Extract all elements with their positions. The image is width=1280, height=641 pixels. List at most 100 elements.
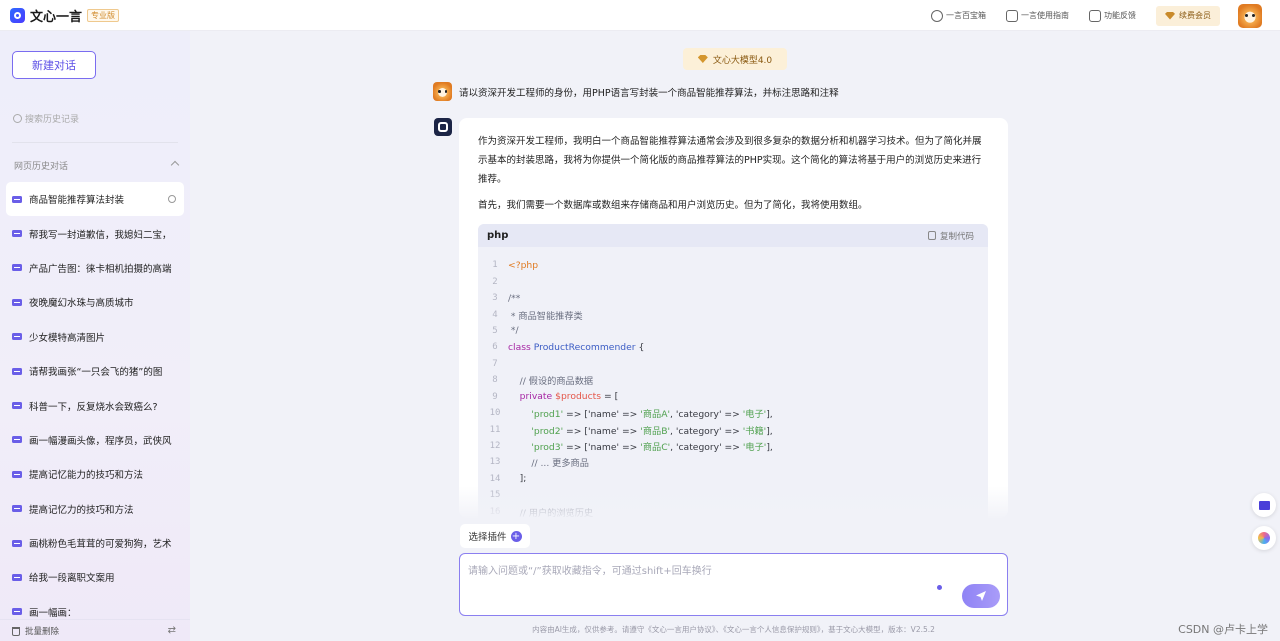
code-token: => ['name' => [563, 409, 641, 421]
code-line: 6 class ProductRecommender { [478, 339, 988, 355]
history-item[interactable]: 请帮我画张“一只会飞的猪”的图 [6, 354, 184, 388]
history-list: 商品智能推荐算法封装帮我写一封道歉信，我媳妇二宝， 产品广告图：徕卡相机拍摄的高端… [6, 182, 184, 629]
history-item-label: 画一幅画： [29, 607, 77, 619]
history-item[interactable]: 提高记忆力的技巧和方法 [6, 492, 184, 526]
logo-icon [10, 7, 25, 23]
code-block: php 复制代码 1 <?php 2 3/** 4 * 商品智能推荐类 5 */6 clas… [478, 224, 988, 518]
sidebar-footer: 批量删除 ⇄ [0, 619, 190, 641]
vip-button[interactable]: 续费会员 [1156, 5, 1220, 26]
toolbox-link[interactable]: 一言百宝箱 [931, 9, 986, 22]
code-token: => ['name' => [563, 425, 641, 437]
user-message: 请以资深开发工程师的身份，用PHP语言写封装一个商品智能推荐算法，并标注思路和注… [433, 82, 839, 101]
code-token: */ [508, 325, 519, 337]
history-item-label: 帮我写一封道歉信，我媳妇二宝， [29, 229, 172, 241]
plus-icon: + [510, 530, 522, 542]
code-token: // 假设的商品数据 [508, 376, 594, 388]
floating-guide-button[interactable] [1252, 493, 1276, 517]
top-actions: 一言百宝箱 一言使用指南 功能反馈 续费会员 [931, 0, 1280, 31]
user-avatar[interactable] [1238, 3, 1262, 28]
code-token: { [635, 341, 645, 353]
plugin-select-button[interactable]: 选择插件 + [460, 524, 530, 548]
brain-icon [1258, 532, 1270, 544]
code-line: 7 [478, 356, 988, 372]
history-item-label: 少女模特高清图片 [29, 332, 106, 344]
code-header: php 复制代码 [478, 224, 988, 247]
feedback-link[interactable]: 功能反馈 [1089, 9, 1136, 22]
code-token: , 'category' => [670, 409, 743, 421]
chat-bubble-icon [12, 333, 22, 341]
vip-label: 续费会员 [1179, 11, 1211, 20]
code-text: * 商品智能推荐类 [508, 308, 583, 322]
line-number: 10 [489, 408, 501, 419]
line-number: 9 [492, 391, 498, 402]
history-item[interactable]: 画桃粉色毛茸茸的可爱狗狗，艺术 [6, 526, 184, 560]
code-token: * 商品智能推荐类 [508, 310, 583, 322]
send-button[interactable] [962, 584, 1000, 608]
code-token: /** [508, 292, 521, 304]
guide-link[interactable]: 一言使用指南 [1006, 9, 1069, 22]
code-line: 1 <?php [478, 257, 988, 273]
history-item[interactable]: 帮我写一封道歉信，我媳妇二宝， [6, 216, 184, 250]
code-token: ], [766, 442, 773, 454]
chat-bubble-icon [12, 470, 22, 478]
trash-icon [12, 626, 20, 636]
history-item-label: 给我一段离职文案用 [29, 573, 115, 585]
history-item[interactable]: 产品广告图：徕卡相机拍摄的高端 [6, 251, 184, 285]
app-logo[interactable]: 文心一言 专业版 [10, 6, 120, 25]
code-token: => ['name' => [563, 442, 641, 454]
code-token: $products [555, 391, 602, 403]
history-item[interactable]: 提高记忆能力的技巧和方法 [6, 457, 184, 491]
code-text: // 假设的商品数据 [508, 373, 593, 387]
history-item[interactable]: 给我一段离职文案用 [6, 560, 184, 594]
floating-assistant-button[interactable] [1252, 526, 1276, 550]
code-line: 5 */ [478, 323, 988, 339]
chevron-up-icon [170, 160, 180, 170]
chat-bubble-icon [12, 539, 22, 547]
code-line: 13 // ... 更多商品 [478, 454, 988, 470]
guide-label: 一言使用指南 [1021, 11, 1069, 20]
copy-code-button[interactable]: 复制代码 [927, 230, 974, 242]
search-icon [13, 114, 22, 123]
copy-icon [927, 231, 936, 240]
line-number: 3 [492, 293, 498, 304]
code-line: 14 ]; [478, 471, 988, 487]
history-item[interactable]: 科普一下，反复烧水会致癌么? [6, 388, 184, 422]
history-item[interactable]: 画一幅漫画头像，程序员，武侠风 [6, 423, 184, 457]
bulk-delete-label: 批量删除 [25, 626, 60, 637]
history-item[interactable]: 少女模特高清图片 [6, 320, 184, 354]
history-search[interactable]: 搜索历史记录 [13, 112, 79, 125]
diamond-icon [697, 55, 708, 63]
code-language: php [487, 230, 509, 241]
composer [459, 553, 1008, 616]
watermark: CSDN @卢卡上学 [1178, 623, 1268, 636]
code-text: */ [508, 325, 519, 336]
code-line: 2 [478, 273, 988, 289]
disclaimer: 内容由AI生成，仅供参考。请遵守《文心一言用户协议》、《文心一言个人信息保护规则… [532, 625, 935, 634]
chat-bubble-icon [12, 608, 22, 616]
chat-bubble-icon [12, 298, 22, 306]
user-message-avatar [433, 82, 452, 101]
history-item-label: 提高记忆能力的技巧和方法 [29, 470, 144, 482]
switch-icon[interactable]: ⇄ [168, 625, 176, 636]
line-number: 13 [489, 457, 501, 468]
history-item-label: 科普一下，反复烧水会致癌么? [29, 401, 158, 413]
code-token: , 'category' => [670, 425, 743, 437]
history-item[interactable]: 夜晚魔幻水珠与高质城市 [6, 285, 184, 319]
code-token: '电子' [742, 442, 767, 454]
history-item[interactable]: 商品智能推荐算法封装 [6, 182, 184, 217]
new-chat-button[interactable]: 新建对话 [12, 51, 96, 79]
book-icon [1006, 9, 1018, 22]
code-token: 'prod2' [508, 425, 564, 437]
prompt-input[interactable] [468, 562, 948, 580]
share-icon[interactable] [168, 195, 176, 203]
model-badge[interactable]: 文心大模型4.0 [683, 48, 787, 70]
chat-bubble-icon [12, 195, 22, 203]
code-text: class ProductRecommender { [508, 342, 644, 353]
history-item-label: 请帮我画张“一只会飞的猪”的图 [29, 367, 163, 379]
history-item-label: 画一幅漫画头像，程序员，武侠风 [29, 435, 172, 447]
code-text: 'prod1' => ['name' => '商品A', 'category' … [508, 406, 773, 421]
history-header[interactable]: 网页历史对话 [14, 159, 182, 172]
bulk-delete-button[interactable]: 批量删除 [12, 625, 59, 637]
code-token: ], [766, 409, 773, 421]
history-item-label: 夜晚魔幻水珠与高质城市 [29, 298, 134, 310]
